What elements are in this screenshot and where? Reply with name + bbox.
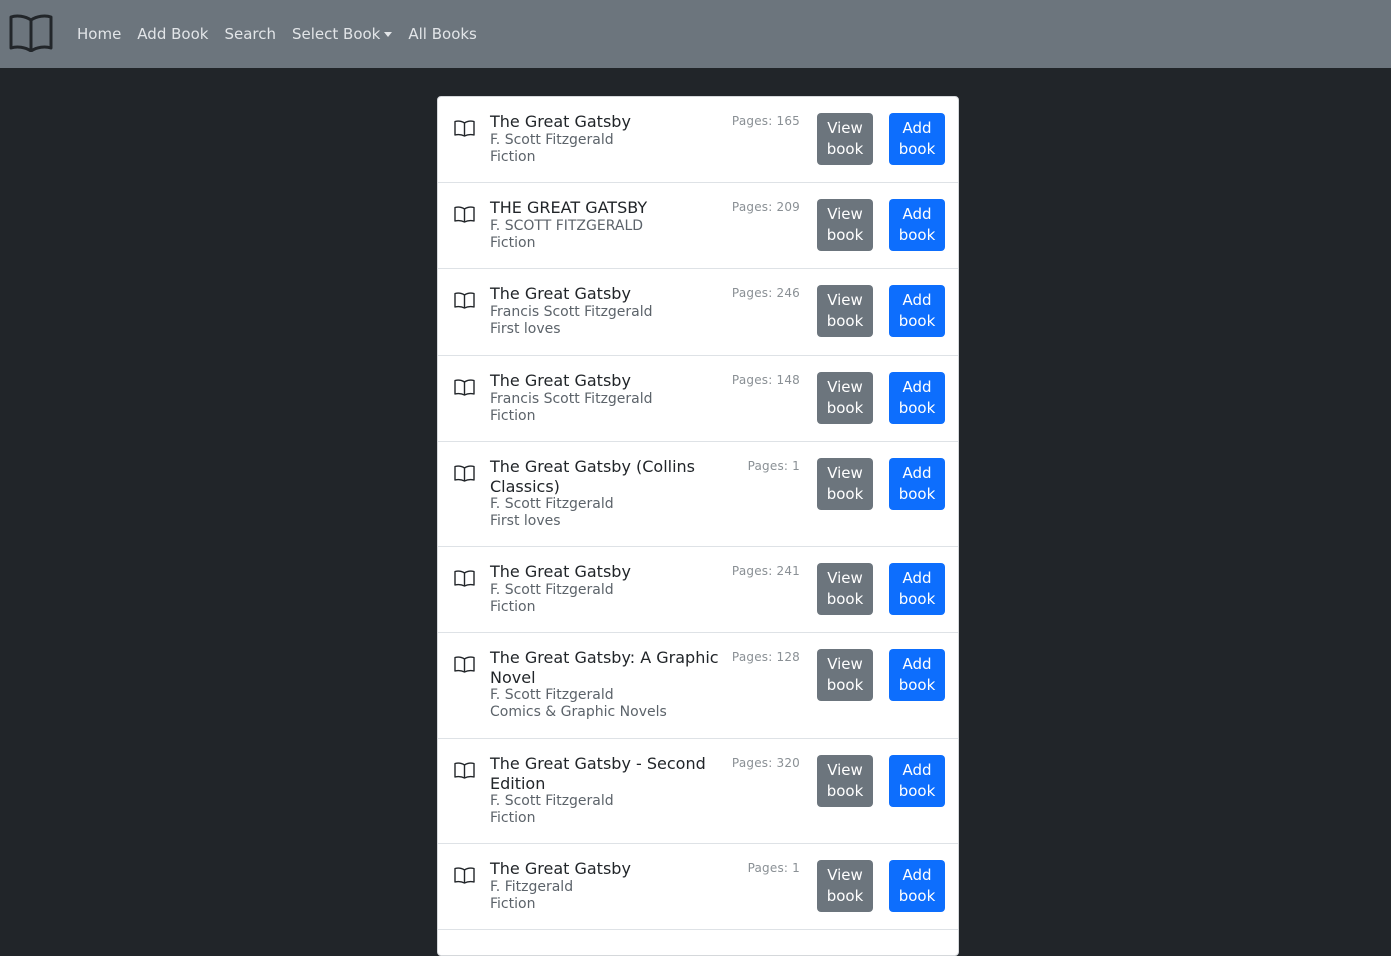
book-list-item: The Great Gatsby Francis Scott Fitzgeral… bbox=[438, 269, 958, 356]
add-book-button[interactable]: Add book bbox=[889, 755, 945, 807]
book-author: F. Scott Fitzgerald bbox=[490, 582, 614, 598]
book-pages: Pages: 165 bbox=[731, 114, 800, 128]
book-icon bbox=[454, 570, 475, 587]
chevron-down-icon bbox=[384, 31, 393, 37]
nav-add-book[interactable]: Add Book bbox=[137, 25, 208, 43]
book-title: The Great Gatsby - Second Edition bbox=[490, 754, 706, 793]
book-title: The Great Gatsby bbox=[490, 859, 631, 878]
add-book-button[interactable]: Add book bbox=[889, 372, 945, 424]
book-author: F. Scott Fitzgerald bbox=[490, 496, 614, 512]
book-list-item: The Great Gatsby F. Scott Fitzgerald Fic… bbox=[438, 97, 958, 183]
book-icon bbox=[454, 379, 475, 396]
open-book-icon[interactable] bbox=[8, 12, 54, 52]
book-genre: Fiction bbox=[490, 408, 536, 424]
book-genre: Comics & Graphic Novels bbox=[490, 704, 667, 720]
book-author: F. Scott Fitzgerald bbox=[490, 687, 614, 703]
book-pages: Pages: 209 bbox=[731, 200, 800, 214]
book-title: THE GREAT GATSBY bbox=[490, 198, 648, 217]
book-list-item: THE GREAT GATSBY F. SCOTT FITZGERALD Fic… bbox=[438, 183, 958, 269]
view-book-button[interactable]: View book bbox=[817, 199, 873, 251]
book-genre: Fiction bbox=[490, 599, 536, 615]
nav-select-book-dropdown[interactable]: Select Book bbox=[292, 25, 393, 43]
book-list-item: The Great Gatsby - Second Edition F. Sco… bbox=[438, 739, 958, 844]
book-icon bbox=[454, 656, 475, 673]
book-title: The Great Gatsby: A Graphic Novel bbox=[490, 648, 719, 687]
add-book-button[interactable]: Add book bbox=[889, 458, 945, 510]
view-book-button[interactable]: View book bbox=[817, 649, 873, 701]
book-list-item: The Great Gatsby F. Scott Fitzgerald Fic… bbox=[438, 547, 958, 633]
book-pages: Pages: 241 bbox=[731, 564, 800, 578]
view-book-button[interactable]: View book bbox=[817, 285, 873, 337]
view-book-button[interactable]: View book bbox=[817, 113, 873, 165]
book-icon bbox=[454, 867, 475, 884]
view-book-button[interactable]: View book bbox=[817, 860, 873, 912]
add-book-button[interactable]: Add book bbox=[889, 563, 945, 615]
book-author: Francis Scott Fitzgerald bbox=[490, 304, 653, 320]
book-pages: Pages: 128 bbox=[731, 650, 800, 664]
view-book-button[interactable]: View book bbox=[817, 458, 873, 510]
nav-home[interactable]: Home bbox=[77, 25, 121, 43]
book-icon bbox=[454, 120, 475, 137]
book-genre: First loves bbox=[490, 513, 561, 529]
book-icon bbox=[454, 206, 475, 223]
add-book-button[interactable]: Add book bbox=[889, 199, 945, 251]
book-icon bbox=[454, 465, 475, 482]
book-author: F. Fitzgerald bbox=[490, 879, 574, 895]
book-pages: Pages: 246 bbox=[731, 286, 800, 300]
book-author: F. Scott Fitzgerald bbox=[490, 132, 614, 148]
nav-search[interactable]: Search bbox=[224, 25, 276, 43]
book-genre: Fiction bbox=[490, 149, 536, 165]
book-title: The Great Gatsby bbox=[490, 371, 631, 390]
book-list-item: The Great Gatsby: A Graphic Novel F. Sco… bbox=[438, 633, 958, 739]
book-title: The Great Gatsby bbox=[490, 562, 631, 581]
book-genre: Fiction bbox=[490, 896, 536, 912]
book-author: Francis Scott Fitzgerald bbox=[490, 391, 653, 407]
add-book-button[interactable]: Add book bbox=[889, 285, 945, 337]
nav-menu: Home Add Book Search Select Book All Boo… bbox=[77, 0, 493, 68]
book-pages: Pages: 148 bbox=[731, 373, 800, 387]
book-pages: Pages: 320 bbox=[731, 756, 800, 770]
book-author: F. Scott Fitzgerald bbox=[490, 793, 614, 809]
book-list: The Great Gatsby F. Scott Fitzgerald Fic… bbox=[437, 96, 959, 956]
book-list-item: The Great Gatsby F. Fitzgerald Fiction P… bbox=[438, 844, 958, 930]
view-book-button[interactable]: View book bbox=[817, 755, 873, 807]
book-genre: Fiction bbox=[490, 810, 536, 826]
view-book-button[interactable]: View book bbox=[817, 372, 873, 424]
book-pages: Pages: 1 bbox=[747, 861, 800, 875]
add-book-button[interactable]: Add book bbox=[889, 649, 945, 701]
book-title: The Great Gatsby bbox=[490, 284, 631, 303]
nav-all-books[interactable]: All Books bbox=[408, 25, 477, 43]
book-list-item: The Great Gatsby Francis Scott Fitzgeral… bbox=[438, 356, 958, 442]
add-book-button[interactable]: Add book bbox=[889, 860, 945, 912]
book-pages: Pages: 1 bbox=[747, 459, 800, 473]
book-title: The Great Gatsby (Collins Classics) bbox=[490, 457, 696, 496]
book-title: The Great Gatsby bbox=[490, 112, 631, 131]
book-list-item: The Great Gatsby (Collins Classics) F. S… bbox=[438, 442, 958, 547]
add-book-button[interactable]: Add book bbox=[889, 113, 945, 165]
book-author: F. SCOTT FITZGERALD bbox=[490, 218, 644, 234]
book-icon bbox=[454, 762, 475, 779]
view-book-button[interactable]: View book bbox=[817, 563, 873, 615]
book-icon bbox=[454, 292, 475, 309]
navbar: Home Add Book Search Select Book All Boo… bbox=[0, 0, 1391, 68]
book-genre: First loves bbox=[490, 321, 561, 337]
book-genre: Fiction bbox=[490, 235, 536, 251]
